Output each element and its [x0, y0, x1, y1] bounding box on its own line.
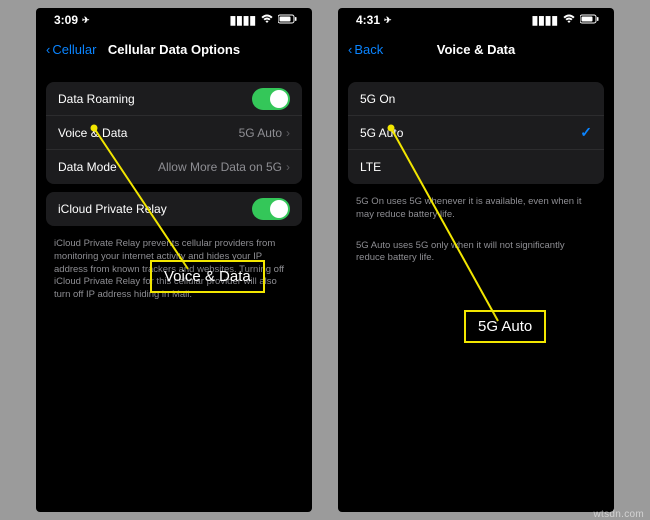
row-data-roaming[interactable]: Data Roaming: [46, 82, 302, 116]
row-label: LTE: [360, 160, 381, 174]
wifi-icon: [260, 13, 274, 27]
signal-icon: ▮▮▮▮: [532, 13, 558, 27]
wifi-icon: [562, 13, 576, 27]
toggle-switch[interactable]: [252, 198, 290, 220]
checkmark-icon: ✓: [580, 124, 592, 141]
battery-icon: [580, 13, 600, 27]
row-lte[interactable]: LTE: [348, 150, 604, 184]
footer-text: 5G On uses 5G whenever it is available, …: [338, 192, 614, 232]
status-time: 4:31: [356, 13, 380, 27]
back-button[interactable]: ‹ Back: [348, 42, 383, 57]
row-label: Voice & Data: [58, 126, 127, 140]
nav-bar: ‹ Cellular Cellular Data Options: [36, 32, 312, 66]
row-voice-data[interactable]: Voice & Data 5G Auto ›: [46, 116, 302, 150]
row-label: 5G On: [360, 92, 395, 106]
row-label: iCloud Private Relay: [58, 202, 167, 216]
row-label: Data Mode: [58, 160, 117, 174]
back-button[interactable]: ‹ Cellular: [46, 42, 96, 57]
back-label: Back: [354, 42, 383, 57]
chevron-right-icon: ›: [286, 160, 290, 174]
row-data-mode[interactable]: Data Mode Allow More Data on 5G ›: [46, 150, 302, 184]
chevron-left-icon: ‹: [46, 42, 50, 57]
footer-text: iCloud Private Relay prevents cellular p…: [36, 234, 312, 312]
location-arrow-icon: ✈︎: [384, 15, 392, 26]
toggle-switch[interactable]: [252, 88, 290, 110]
footer-text: 5G Auto uses 5G only when it will not si…: [338, 240, 614, 276]
status-bar: 4:31 ✈︎ ▮▮▮▮: [338, 8, 614, 32]
row-5g-on[interactable]: 5G On: [348, 82, 604, 116]
row-5g-auto[interactable]: 5G Auto ✓: [348, 116, 604, 150]
nav-bar: ‹ Back Voice & Data: [338, 32, 614, 66]
chevron-right-icon: ›: [286, 126, 290, 140]
battery-icon: [278, 13, 298, 27]
row-value: 5G Auto: [239, 126, 282, 140]
phone-left: 3:09 ✈︎ ▮▮▮▮ ‹ Cellular Cellular Data Op…: [36, 8, 312, 512]
row-value: Allow More Data on 5G: [158, 160, 282, 174]
row-label: 5G Auto: [360, 126, 403, 140]
back-label: Cellular: [52, 42, 96, 57]
group-cellular-options: Data Roaming Voice & Data 5G Auto › Data…: [46, 82, 302, 184]
signal-icon: ▮▮▮▮: [230, 13, 256, 27]
group-private-relay: iCloud Private Relay: [46, 192, 302, 226]
group-voice-data-options: 5G On 5G Auto ✓ LTE: [348, 82, 604, 184]
watermark: wtsdn.com: [594, 509, 645, 520]
row-icloud-private-relay[interactable]: iCloud Private Relay: [46, 192, 302, 226]
phone-right: 4:31 ✈︎ ▮▮▮▮ ‹ Back Voice & Data 5G On: [338, 8, 614, 512]
chevron-left-icon: ‹: [348, 42, 352, 57]
status-bar: 3:09 ✈︎ ▮▮▮▮: [36, 8, 312, 32]
row-label: Data Roaming: [58, 92, 135, 106]
callout-5g-auto: 5G Auto: [464, 310, 546, 343]
location-arrow-icon: ✈︎: [82, 15, 90, 26]
status-time: 3:09: [54, 13, 78, 27]
